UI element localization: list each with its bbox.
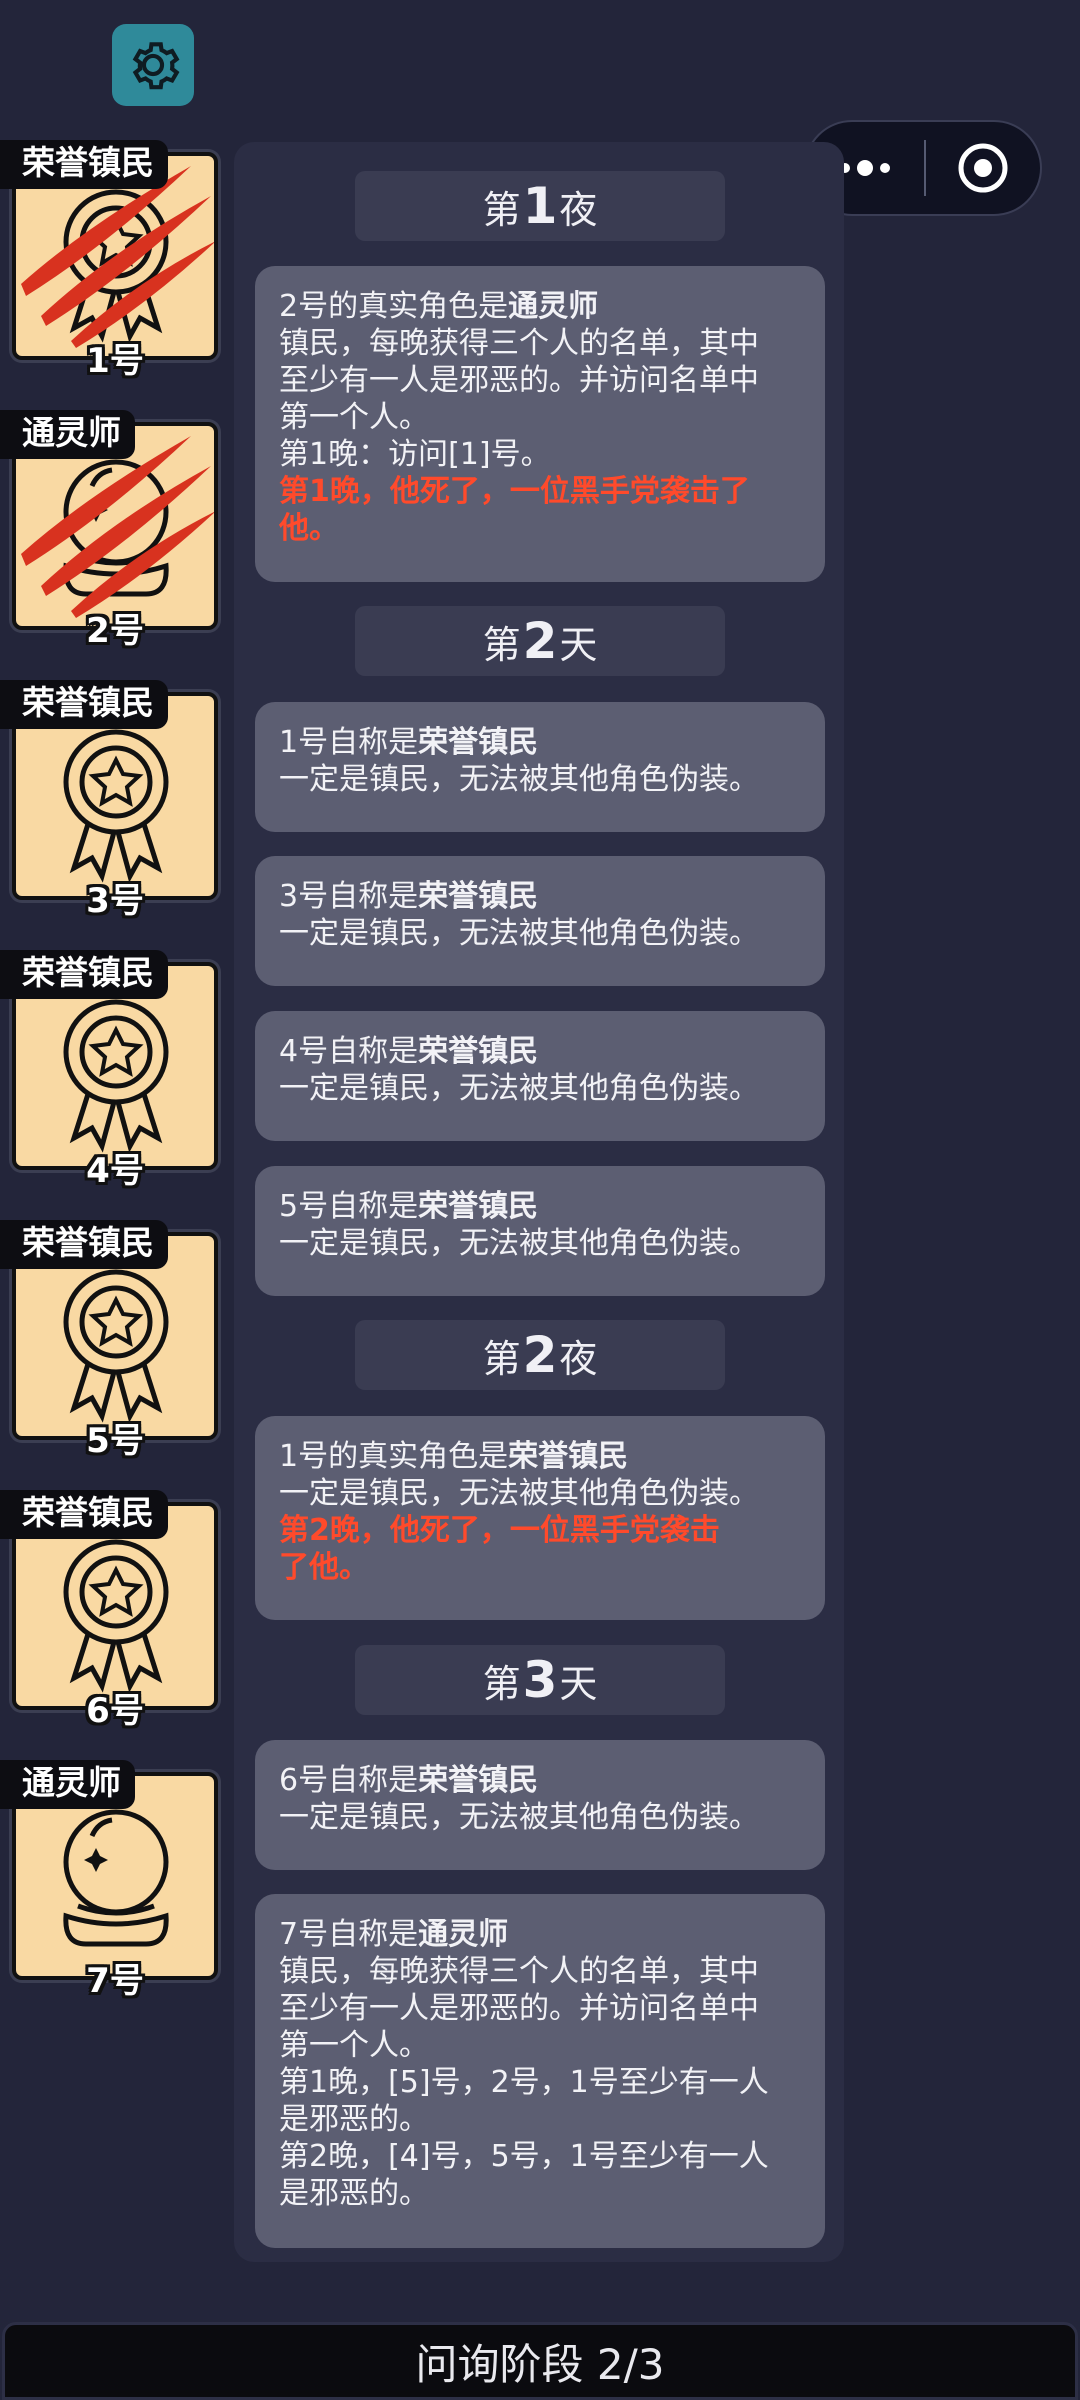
day-header-night-1: 第1夜 bbox=[355, 171, 725, 241]
close-button[interactable] bbox=[926, 122, 1040, 214]
log-message: 3号自称是荣誉镇民 一定是镇民，无法被其他角色伪装。 bbox=[255, 856, 825, 986]
role-tag: 荣誉镇民 bbox=[0, 1220, 168, 1270]
log-message: 1号的真实角色是荣誉镇民 一定是镇民，无法被其他角色伪装。 第2晚，他死了，一位… bbox=[255, 1416, 825, 1620]
role-tag: 荣誉镇民 bbox=[0, 950, 168, 1000]
log-message: 1号自称是荣誉镇民 一定是镇民，无法被其他角色伪装。 bbox=[255, 702, 825, 832]
death-notice: 他。 bbox=[279, 511, 339, 546]
player-number: 2号 bbox=[86, 611, 144, 651]
day-header-day-3: 第3天 bbox=[355, 1645, 725, 1715]
day-header-night-2: 第2夜 bbox=[355, 1320, 725, 1390]
log-message: 2号的真实角色是通灵师 镇民，每晚获得三个人的名单，其中 至少有一人是邪恶的。并… bbox=[255, 266, 825, 582]
player-number: 1号 bbox=[86, 341, 144, 381]
phase-label: 问询阶段 2/3 bbox=[415, 2339, 665, 2389]
player-card-2[interactable]: 通灵师 2号 bbox=[0, 410, 230, 651]
player-card-4[interactable]: 荣誉镇民 4号 bbox=[0, 950, 230, 1191]
death-notice: 了他。 bbox=[279, 1550, 369, 1585]
player-card-6[interactable]: 荣誉镇民 6号 bbox=[0, 1490, 230, 1731]
role-tag: 荣誉镇民 bbox=[0, 1490, 168, 1540]
more-dots-icon bbox=[840, 160, 890, 176]
player-card-3[interactable]: 荣誉镇民 3号 bbox=[0, 680, 230, 921]
player-number: 5号 bbox=[86, 1421, 144, 1461]
role-tag: 通灵师 bbox=[0, 410, 135, 460]
role-tag: 荣誉镇民 bbox=[0, 680, 168, 730]
death-notice: 第2晚，他死了，一位黑手党袭击 bbox=[279, 1513, 720, 1548]
player-number: 3号 bbox=[86, 881, 144, 921]
settings-button[interactable] bbox=[112, 24, 194, 106]
player-card-1[interactable]: 荣誉镇民 1号 bbox=[0, 140, 230, 381]
log-message: 5号自称是荣誉镇民 一定是镇民，无法被其他角色伪装。 bbox=[255, 1166, 825, 1296]
player-number: 4号 bbox=[86, 1151, 144, 1191]
log-message: 4号自称是荣誉镇民 一定是镇民，无法被其他角色伪装。 bbox=[255, 1011, 825, 1141]
player-card-5[interactable]: 荣誉镇民 5号 bbox=[0, 1220, 230, 1461]
log-message: 6号自称是荣誉镇民 一定是镇民，无法被其他角色伪装。 bbox=[255, 1740, 825, 1870]
log-message: 7号自称是通灵师 镇民，每晚获得三个人的名单，其中 至少有一人是邪恶的。并访问名… bbox=[255, 1894, 825, 2248]
role-tag: 通灵师 bbox=[0, 1760, 135, 1810]
day-header-day-2: 第2天 bbox=[355, 606, 725, 676]
phase-indicator: 问询阶段 2/3 bbox=[2, 2322, 1078, 2400]
gear-icon bbox=[132, 42, 180, 90]
player-number: 7号 bbox=[86, 1961, 144, 2001]
player-number: 6号 bbox=[86, 1691, 144, 1731]
role-tag: 荣誉镇民 bbox=[0, 140, 168, 190]
target-close-icon bbox=[958, 143, 1008, 193]
death-notice: 第1晚，他死了，一位黑手党袭击了 bbox=[279, 474, 750, 509]
player-card-7[interactable]: 通灵师 7号 bbox=[0, 1760, 230, 2001]
